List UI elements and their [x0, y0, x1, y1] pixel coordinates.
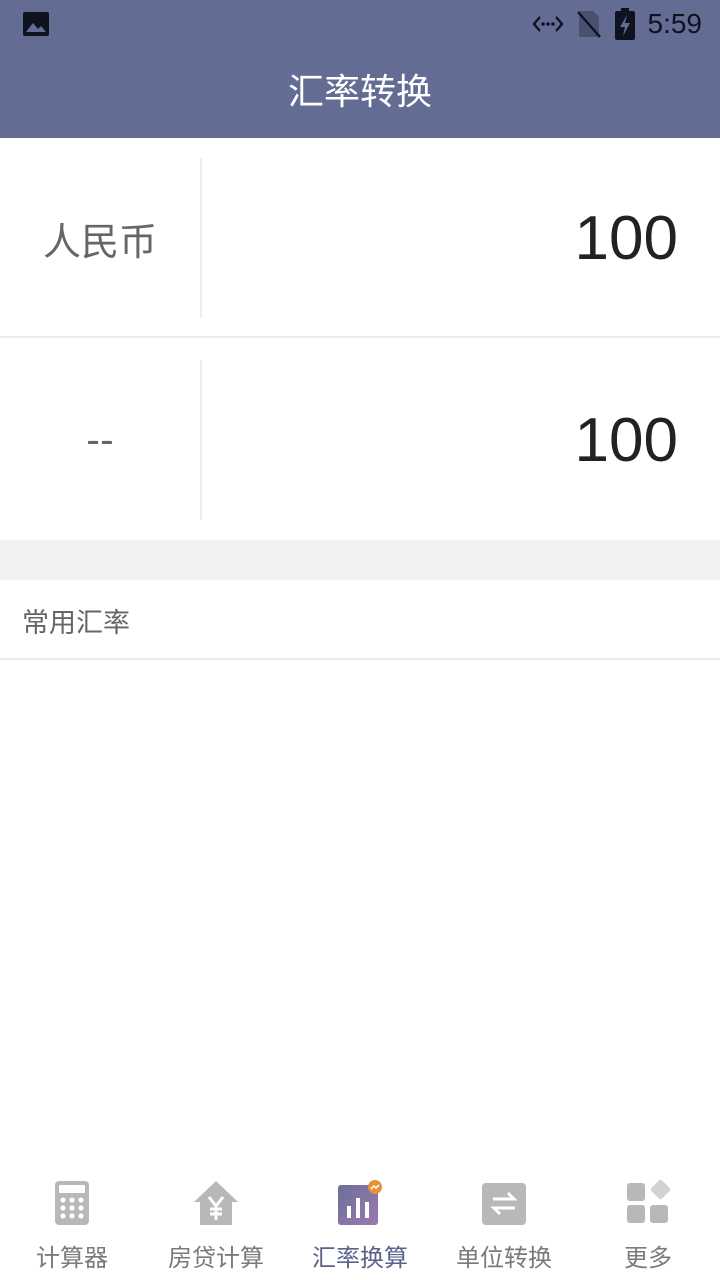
app-bar: 5:59 汇率转换	[0, 0, 720, 138]
bottom-tab-bar: 计算器 房贷计算 汇率换算 单位转换 更多	[0, 1164, 720, 1280]
common-rates-header: 常用汇率	[0, 580, 720, 660]
tab-label: 计算器	[36, 1244, 108, 1272]
to-currency-selector[interactable]: --	[0, 340, 200, 540]
section-spacer	[0, 540, 720, 580]
tab-unit-convert[interactable]: 单位转换	[432, 1164, 576, 1280]
no-sim-icon	[576, 11, 601, 38]
from-currency-selector[interactable]: 人民币	[0, 138, 200, 338]
chart-icon	[338, 1180, 382, 1225]
from-currency-row[interactable]: 人民币 100	[0, 138, 720, 338]
from-amount-input[interactable]: 100	[575, 138, 678, 338]
section-title: 常用汇率	[22, 607, 130, 639]
image-icon	[23, 12, 49, 36]
to-amount-output[interactable]: 100	[575, 340, 678, 540]
house-yuan-icon	[194, 1181, 238, 1225]
battery-charging-icon	[614, 8, 635, 40]
tab-label: 更多	[624, 1244, 672, 1272]
tab-label: 房贷计算	[168, 1244, 264, 1272]
tab-exchange-rate[interactable]: 汇率换算	[288, 1164, 432, 1280]
tab-mortgage[interactable]: 房贷计算	[144, 1164, 288, 1280]
status-bar: 5:59	[0, 0, 720, 48]
status-time: 5:59	[647, 8, 703, 39]
tab-more[interactable]: 更多	[576, 1164, 720, 1280]
grid-icon	[627, 1180, 671, 1223]
divider	[200, 360, 202, 520]
tab-label: 单位转换	[456, 1244, 552, 1272]
divider	[200, 158, 202, 318]
swap-icon	[482, 1183, 526, 1225]
tab-calculator[interactable]: 计算器	[0, 1164, 144, 1280]
page-title: 汇率转换	[287, 72, 432, 113]
calculator-icon	[55, 1181, 89, 1225]
tab-label: 汇率换算	[312, 1244, 408, 1272]
data-saver-icon	[531, 16, 564, 32]
to-currency-row[interactable]: -- 100	[0, 340, 720, 540]
